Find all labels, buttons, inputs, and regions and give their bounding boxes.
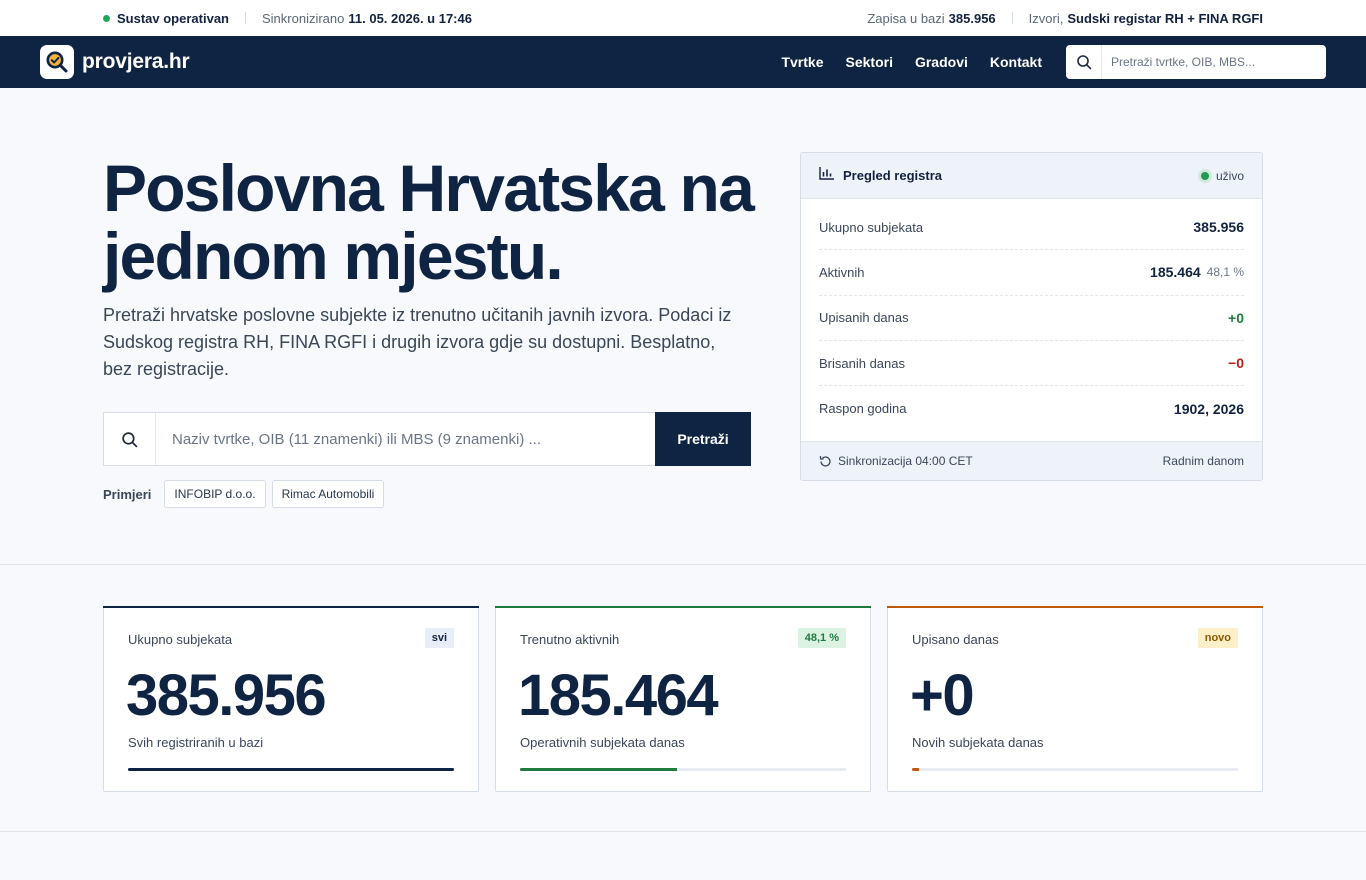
hero-title: Poslovna Hrvatska na jednom mjestu.: [103, 151, 755, 293]
stat-caption: Svih registriranih u bazi: [128, 735, 264, 750]
row-label: Aktivnih: [819, 264, 865, 280]
search-button[interactable]: Pretraži: [655, 412, 751, 466]
row-value: +0: [1228, 309, 1244, 326]
sync-label: Sinkronizirano: [262, 10, 345, 26]
stat-card-added-today: Upisano danas novo +0 Novih subjekata da…: [887, 606, 1263, 792]
refresh-icon: [819, 455, 832, 468]
nav-link-kontakt[interactable]: Kontakt: [990, 54, 1042, 70]
registry-footer: Sinkronizacija 04:00 CET Radnim danom: [801, 441, 1262, 480]
row-value: 185.464: [1150, 264, 1201, 281]
examples-label: Primjeri: [103, 486, 152, 502]
row-label: Ukupno subjekata: [819, 219, 924, 235]
registry-row-active: Aktivnih 185.464 48,1 %: [819, 250, 1244, 296]
stat-value: +0: [910, 663, 975, 728]
nav-search-box: [1066, 45, 1326, 79]
stat-label: Upisano danas: [912, 632, 999, 647]
sources-label: Izvori,: [1028, 10, 1064, 26]
stat-progress-fill: [912, 768, 919, 771]
sync-time: 11. 05. 2026. u 17:46: [348, 10, 472, 26]
nav-link-gradovi[interactable]: Gradovi: [915, 54, 968, 70]
card-accent-line: [495, 606, 871, 608]
chart-icon: [819, 166, 835, 185]
hero-section: Poslovna Hrvatska na jednom mjestu. Pret…: [0, 88, 1366, 564]
system-status: Sustav operativan: [117, 10, 229, 26]
stat-progress-bar: [520, 768, 846, 771]
card-accent-line: [887, 606, 1263, 608]
live-dot-icon: [1200, 171, 1209, 180]
registry-row-total: Ukupno subjekata 385.956: [819, 205, 1244, 251]
stat-progress-fill: [128, 768, 454, 771]
row-label: Upisanih danas: [819, 310, 909, 326]
registry-row-added-today: Upisanih danas +0: [819, 296, 1244, 341]
stat-progress-fill: [520, 768, 677, 771]
registry-rows: Ukupno subjekata 385.956 Aktivnih 185.46…: [801, 199, 1262, 431]
sync-schedule: Sinkronizacija 04:00 CET: [838, 454, 973, 468]
registry-row-deleted-today: Brisanih danas −0: [819, 341, 1244, 387]
row-value: 1902, 2026: [1173, 400, 1244, 417]
hero-search-input[interactable]: [156, 413, 655, 465]
row-value: 385.956: [1193, 219, 1244, 236]
stat-progress-bar: [128, 768, 454, 771]
divider: [1011, 12, 1013, 24]
example-chip-infobip[interactable]: INFOBIP d.o.o.: [164, 480, 266, 508]
records-label: Zapisa u bazi: [867, 10, 945, 26]
divider: [245, 12, 246, 24]
status-left: Sustav operativan Sinkronizirano 11. 05.…: [103, 11, 472, 26]
status-right: Zapisa u bazi 385.956 Izvori, Sudski reg…: [867, 11, 1263, 26]
stat-card-total: Ukupno subjekata svi 385.956 Svih regist…: [103, 606, 479, 792]
row-value: −0: [1228, 355, 1244, 372]
registry-header: Pregled registra uživo: [801, 153, 1262, 199]
logo-text: provjera.hr: [82, 50, 190, 73]
stats-section: Ukupno subjekata svi 385.956 Svih regist…: [0, 564, 1366, 832]
row-label: Brisanih danas: [819, 355, 905, 371]
examples: Primjeri INFOBIP d.o.o. Rimac Automobili: [103, 480, 390, 508]
stat-card-active: Trenutno aktivnih 48,1 % 185.464 Operati…: [495, 606, 871, 792]
navbar: provjera.hr Tvrtke Sektori Gradovi Konta…: [0, 36, 1366, 88]
nav-search-input[interactable]: [1102, 55, 1312, 69]
stat-badge: novo: [1197, 628, 1238, 648]
stat-value: 185.464: [518, 663, 719, 728]
stat-caption: Operativnih subjekata danas: [520, 735, 685, 750]
logo-link[interactable]: provjera.hr: [40, 45, 190, 79]
hero-search-box: Pretraži: [103, 412, 751, 466]
records-count: 385.956: [948, 10, 996, 26]
status-bar: Sustav operativan Sinkronizirano 11. 05.…: [0, 0, 1366, 36]
search-icon: [104, 413, 156, 465]
sync-days: Radnim danom: [1162, 454, 1244, 468]
stat-label: Trenutno aktivnih: [520, 632, 620, 647]
registry-overview-card: Pregled registra uživo Ukupno subjekata …: [800, 152, 1263, 481]
status-dot-icon: [103, 14, 110, 22]
nav-links: Tvrtke Sektori Gradovi Kontakt: [759, 45, 1326, 79]
registry-row-year-range: Raspon godina 1902, 2026: [819, 386, 1244, 431]
stat-label: Ukupno subjekata: [128, 632, 233, 647]
stat-badge: 48,1 %: [797, 628, 846, 648]
hero-description: Pretraži hrvatske poslovne subjekte iz t…: [103, 305, 732, 379]
nav-link-sektori[interactable]: Sektori: [846, 54, 893, 70]
stat-caption: Novih subjekata danas: [912, 735, 1044, 750]
stat-progress-bar: [912, 768, 1238, 771]
sources-value: Sudski registar RH + FINA RGFI: [1067, 10, 1263, 26]
stat-value: 385.956: [126, 663, 327, 728]
live-indicator: uživo: [1200, 168, 1244, 183]
row-label: Raspon godina: [819, 401, 907, 417]
registry-title: Pregled registra: [843, 168, 942, 183]
live-label: uživo: [1215, 168, 1244, 183]
nav-link-tvrtke[interactable]: Tvrtke: [781, 54, 823, 70]
search-icon[interactable]: [1066, 45, 1102, 79]
row-subvalue: 48,1 %: [1206, 265, 1244, 280]
logo-magnifier-icon: [40, 45, 74, 79]
stat-badge: svi: [424, 628, 454, 648]
card-accent-line: [103, 606, 479, 608]
example-chip-rimac[interactable]: Rimac Automobili: [271, 480, 385, 508]
